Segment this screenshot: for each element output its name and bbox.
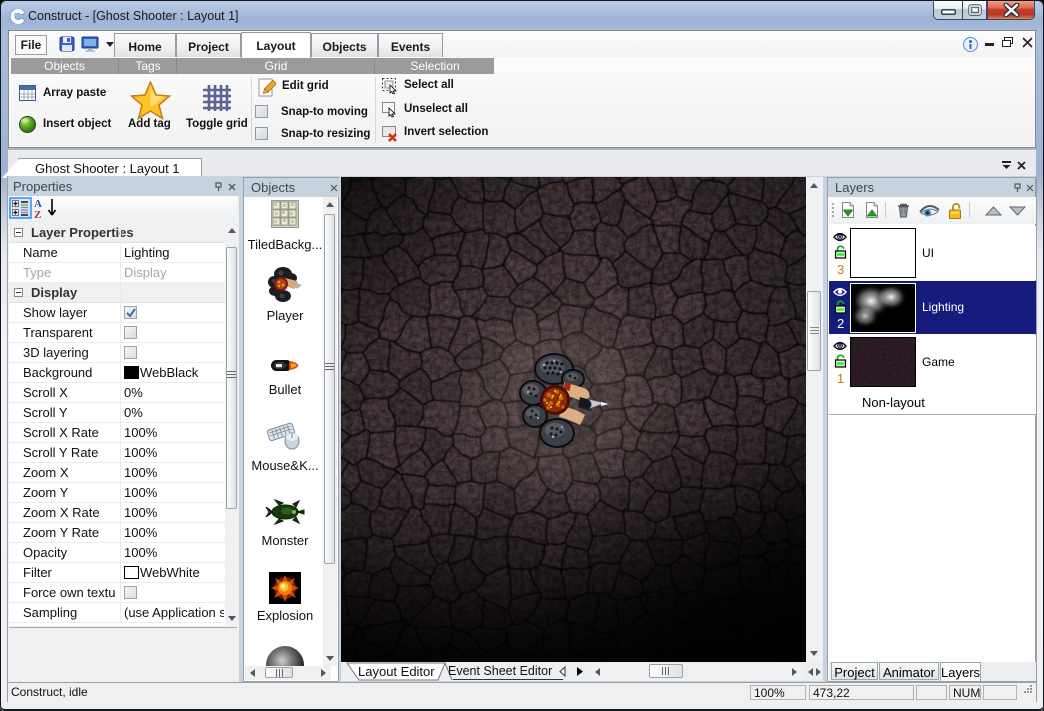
svg-text:Z: Z (34, 209, 41, 219)
